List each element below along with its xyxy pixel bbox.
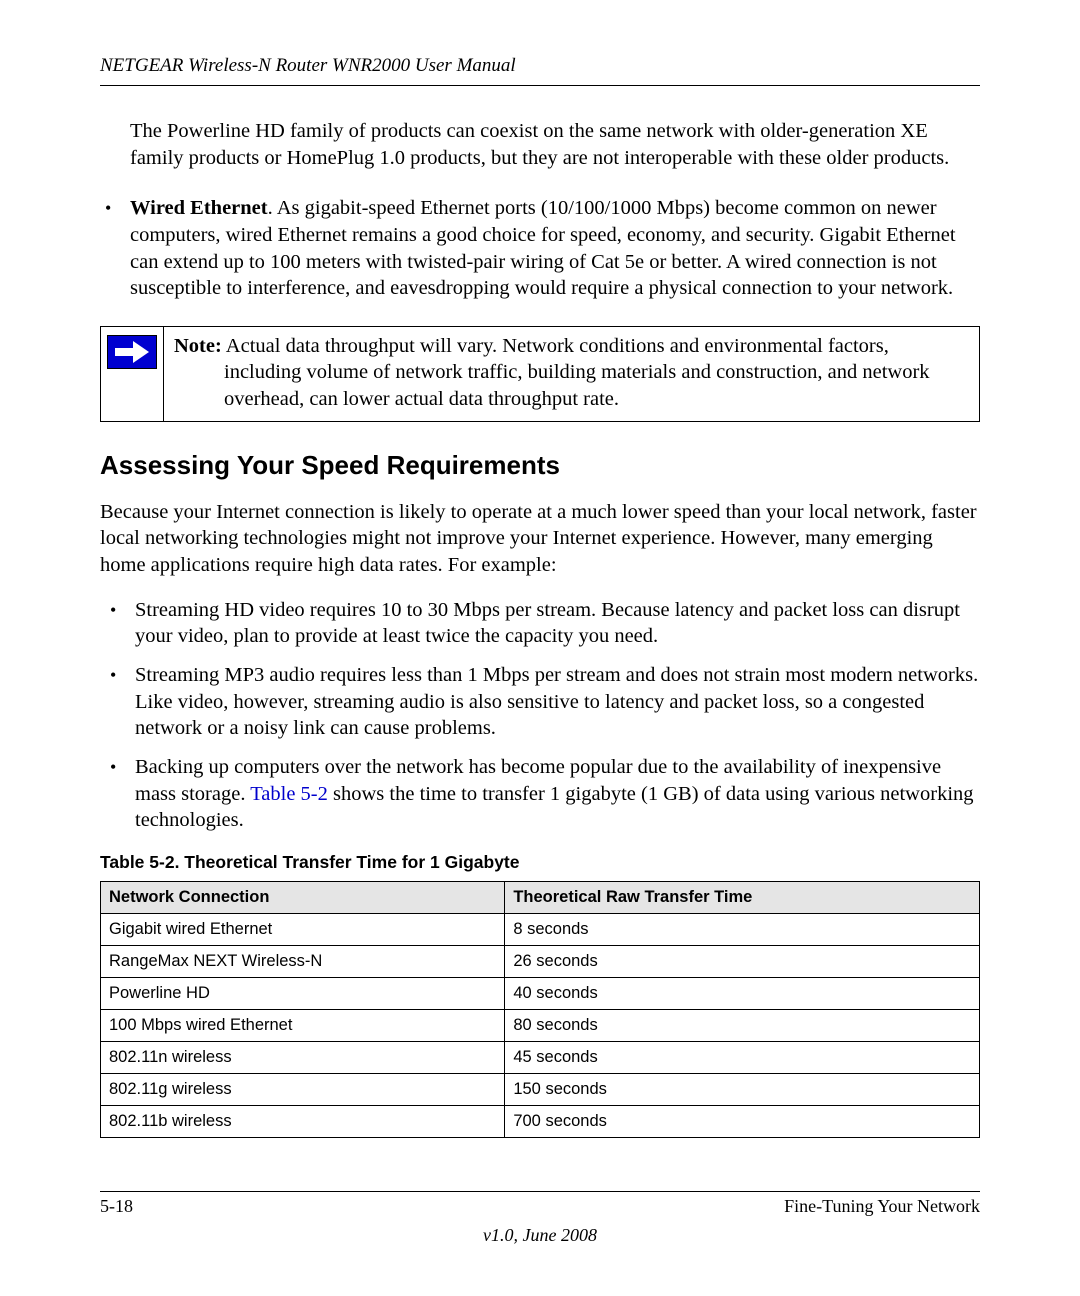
cell-connection: 802.11g wireless: [101, 1073, 505, 1105]
note-line2: including volume of network traffic, bui…: [174, 359, 969, 412]
note-text: Note: Actual data throughput will vary. …: [163, 327, 979, 421]
table-row: 802.11g wireless150 seconds: [101, 1073, 980, 1105]
cell-time: 40 seconds: [505, 977, 980, 1009]
cell-connection: Powerline HD: [101, 977, 505, 1009]
cell-connection: 100 Mbps wired Ethernet: [101, 1009, 505, 1041]
arrow-right-icon: [107, 335, 157, 369]
note-icon-cell: [101, 327, 163, 421]
col-network-connection: Network Connection: [101, 881, 505, 913]
table-row: Gigabit wired Ethernet8 seconds: [101, 913, 980, 945]
cell-time: 700 seconds: [505, 1105, 980, 1137]
powerline-paragraph: The Powerline HD family of products can …: [130, 118, 980, 171]
section-intro: Because your Internet connection is like…: [100, 499, 980, 579]
cell-time: 80 seconds: [505, 1009, 980, 1041]
page-number: 5-18: [100, 1196, 133, 1217]
bullet-marker: •: [110, 597, 135, 650]
bullet-mp3: • Streaming MP3 audio requires less than…: [110, 662, 980, 742]
doc-version: v1.0, June 2008: [100, 1225, 980, 1246]
page-footer: 5-18 Fine-Tuning Your Network v1.0, June…: [100, 1191, 980, 1246]
cell-connection: Gigabit wired Ethernet: [101, 913, 505, 945]
table-5-2-link[interactable]: Table 5-2: [250, 783, 328, 805]
cell-time: 26 seconds: [505, 945, 980, 977]
note-callout: Note: Actual data throughput will vary. …: [100, 326, 980, 422]
cell-time: 150 seconds: [505, 1073, 980, 1105]
bullet-marker: •: [105, 195, 130, 302]
table-header-row: Network Connection Theoretical Raw Trans…: [101, 881, 980, 913]
bullet-content: Backing up computers over the network ha…: [135, 754, 980, 834]
bullet-content: Streaming HD video requires 10 to 30 Mbp…: [135, 597, 980, 650]
bullet-marker: •: [110, 662, 135, 742]
col-transfer-time: Theoretical Raw Transfer Time: [505, 881, 980, 913]
wired-ethernet-bullet: • Wired Ethernet. As gigabit-speed Ether…: [105, 195, 980, 302]
table-row: 100 Mbps wired Ethernet80 seconds: [101, 1009, 980, 1041]
section-heading: Assessing Your Speed Requirements: [100, 450, 980, 481]
bullet-hd-video: • Streaming HD video requires 10 to 30 M…: [110, 597, 980, 650]
cell-time: 45 seconds: [505, 1041, 980, 1073]
cell-time: 8 seconds: [505, 913, 980, 945]
bullet-content: Wired Ethernet. As gigabit-speed Etherne…: [130, 195, 980, 302]
table-row: 802.11b wireless700 seconds: [101, 1105, 980, 1137]
table-row: 802.11n wireless45 seconds: [101, 1041, 980, 1073]
transfer-time-table: Network Connection Theoretical Raw Trans…: [100, 881, 980, 1138]
table-row: Powerline HD40 seconds: [101, 977, 980, 1009]
note-label: Note:: [174, 335, 222, 357]
bullet-marker: •: [110, 754, 135, 834]
wired-ethernet-lead: Wired Ethernet: [130, 197, 268, 219]
speed-bullet-list: • Streaming HD video requires 10 to 30 M…: [105, 597, 980, 834]
bullet-backup: • Backing up computers over the network …: [110, 754, 980, 834]
cell-connection: RangeMax NEXT Wireless-N: [101, 945, 505, 977]
section-name: Fine-Tuning Your Network: [784, 1196, 980, 1217]
cell-connection: 802.11n wireless: [101, 1041, 505, 1073]
note-line1: Actual data throughput will vary. Networ…: [222, 335, 889, 357]
cell-connection: 802.11b wireless: [101, 1105, 505, 1137]
page-header: NETGEAR Wireless-N Router WNR2000 User M…: [100, 55, 980, 86]
table-row: RangeMax NEXT Wireless-N26 seconds: [101, 945, 980, 977]
bullet-content: Streaming MP3 audio requires less than 1…: [135, 662, 980, 742]
table-caption: Table 5-2. Theoretical Transfer Time for…: [100, 852, 980, 873]
